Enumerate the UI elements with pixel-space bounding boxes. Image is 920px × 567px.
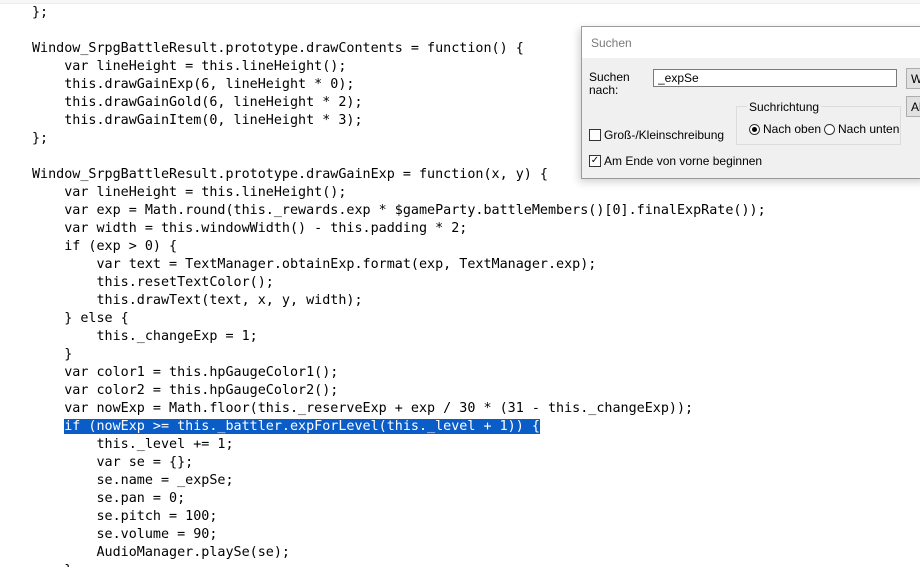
- code-line: AudioManager.playSe(se);: [32, 545, 290, 560]
- wrap-around-checkbox[interactable]: ✓ Am Ende von vorne beginnen: [589, 154, 762, 168]
- dialog-title: Suchen: [591, 36, 632, 50]
- match-case-label: Groß-/Kleinschreibung: [604, 128, 725, 142]
- selected-code[interactable]: if (nowExp >= this._battler.expForLevel(…: [64, 419, 540, 434]
- code-line: se.volume = 90;: [32, 527, 218, 542]
- find-next-button[interactable]: Weitersuchen: [906, 68, 920, 89]
- dialog-titlebar[interactable]: Suchen: [582, 27, 920, 58]
- checkmark-icon: ✓: [589, 155, 601, 167]
- code-line: if (exp > 0) {: [32, 239, 178, 254]
- find-input[interactable]: [653, 69, 897, 87]
- code-line: }: [32, 562, 766, 567]
- code-line: var color2 = this.hpGaugeColor2();: [32, 383, 339, 398]
- code-line: var color1 = this.hpGaugeColor1();: [32, 365, 339, 380]
- code-line: var nowExp = Math.floor(this._reserveExp…: [32, 401, 694, 416]
- code-line: var width = this.windowWidth() - this.pa…: [32, 221, 468, 236]
- code-line: } else {: [32, 311, 129, 326]
- code-line: se.pitch = 100;: [32, 509, 218, 524]
- code-line: this.resetTextColor();: [32, 275, 274, 290]
- code-line: var lineHeight = this.lineHeight();: [32, 185, 347, 200]
- code-line: this._changeExp = 1;: [32, 329, 258, 344]
- checkbox-unchecked-icon: [589, 129, 601, 141]
- find-label: Suchen nach:: [589, 70, 630, 97]
- code-line: if (nowExp >= this._battler.expForLevel(…: [32, 418, 766, 436]
- match-case-checkbox[interactable]: Groß-/Kleinschreibung: [589, 128, 724, 142]
- direction-down-radio[interactable]: Nach unten: [824, 122, 899, 136]
- code-line: var text = TextManager.obtainExp.format(…: [32, 257, 597, 272]
- find-dialog[interactable]: Suchen Suchen nach: Weitersuchen Abbrech…: [581, 26, 920, 179]
- radio-unselected-icon: [824, 123, 835, 135]
- code-line: var se = {};: [32, 455, 194, 470]
- wrap-around-label: Am Ende von vorne beginnen: [604, 154, 763, 168]
- code-line: var exp = Math.round(this._rewards.exp *…: [32, 203, 766, 218]
- direction-group-label: Suchrichtung: [747, 100, 822, 114]
- direction-up-radio[interactable]: Nach oben: [749, 122, 821, 136]
- code-line: se.name = _expSe;: [32, 473, 234, 488]
- direction-up-label: Nach oben: [763, 122, 822, 136]
- code-line: se.pan = 0;: [32, 491, 186, 506]
- code-line: }: [32, 347, 73, 362]
- cancel-button[interactable]: Abbrechen: [906, 96, 920, 117]
- code-line: };: [32, 5, 49, 20]
- code-line: this.drawText(text, x, y, width);: [32, 293, 363, 308]
- direction-down-label: Nach unten: [838, 122, 900, 136]
- radio-selected-icon: [749, 123, 760, 135]
- code-line: this._level += 1;: [32, 437, 234, 452]
